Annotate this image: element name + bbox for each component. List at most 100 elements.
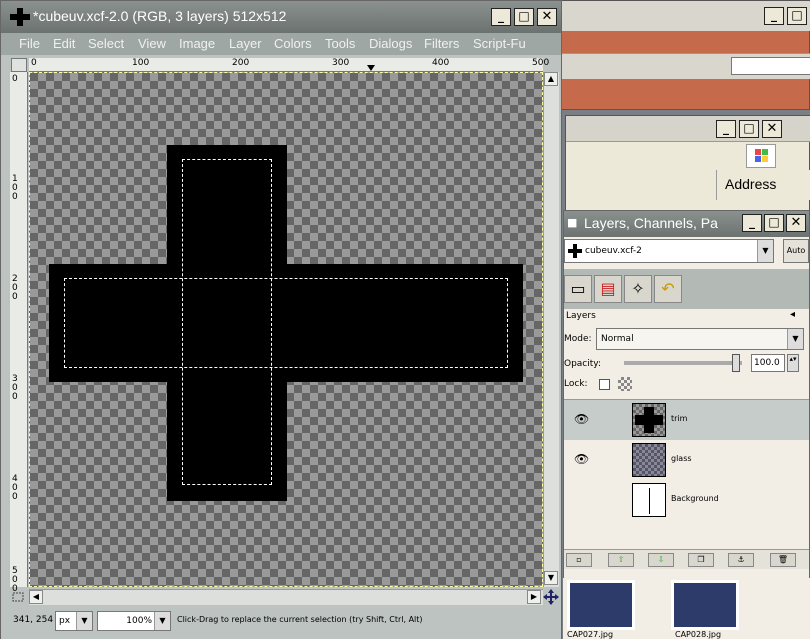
menu-file[interactable]: File bbox=[19, 36, 40, 51]
tab-undo[interactable]: ↶ bbox=[654, 275, 682, 303]
minimize-button[interactable]: _ bbox=[764, 7, 784, 25]
pointer-coordinates: 341, 254 bbox=[13, 615, 54, 625]
mode-value: Normal bbox=[601, 334, 634, 344]
scroll-up-icon[interactable]: ▲ bbox=[544, 72, 558, 86]
vruler-label: 300 bbox=[12, 374, 18, 402]
tab-channels[interactable]: ▤ bbox=[594, 275, 622, 303]
vruler-label: 400 bbox=[12, 474, 18, 502]
anchor-layer-button[interactable]: ⚓ bbox=[728, 553, 754, 567]
layer-row[interactable]: 👁 trim bbox=[564, 400, 809, 440]
gimp-crosshair-icon bbox=[9, 7, 31, 27]
chevron-down-icon[interactable]: ▼ bbox=[757, 240, 773, 262]
image-canvas[interactable] bbox=[29, 72, 543, 587]
lower-layer-button[interactable]: ⇩ bbox=[648, 553, 674, 567]
maximize-button[interactable]: □ bbox=[764, 214, 784, 232]
mode-select[interactable]: Normal ▼ bbox=[596, 328, 804, 350]
maximize-button[interactable]: □ bbox=[514, 8, 534, 26]
menu-image[interactable]: Image bbox=[179, 36, 215, 51]
scroll-right-icon[interactable]: ▶ bbox=[527, 590, 541, 604]
minimize-button[interactable]: _ bbox=[491, 8, 511, 26]
browser-window: _ □ ✕ Address bbox=[565, 115, 810, 215]
background-field[interactable] bbox=[731, 57, 810, 75]
menu-tools[interactable]: Tools bbox=[325, 36, 355, 51]
menu-bar: File Edit Select View Image Layer Colors… bbox=[1, 33, 561, 55]
menu-filters[interactable]: Filters bbox=[424, 36, 459, 51]
scroll-left-icon[interactable]: ◀ bbox=[29, 590, 43, 604]
vruler-label: 100 bbox=[12, 174, 18, 202]
chevron-down-icon[interactable]: ▼ bbox=[76, 612, 92, 630]
slider-handle[interactable] bbox=[732, 354, 740, 372]
selection-outline-horizontal bbox=[64, 278, 508, 368]
layer-thumbnail bbox=[632, 443, 666, 477]
lock-alpha-checkbox[interactable] bbox=[599, 379, 610, 390]
dialog-tabs: ▭ ▤ ✧ ↶ bbox=[564, 269, 809, 309]
delete-layer-button[interactable]: 🗑 bbox=[770, 553, 796, 567]
navigate-icon[interactable] bbox=[543, 589, 559, 605]
zoom-toggle-icon[interactable] bbox=[11, 591, 27, 605]
maximize-button[interactable]: □ bbox=[739, 120, 759, 138]
horizontal-ruler[interactable]: 0 100 200 300 400 500 bbox=[29, 58, 549, 72]
checker-icon bbox=[618, 377, 632, 391]
tab-layers[interactable]: ▭ bbox=[564, 275, 592, 303]
minimize-button[interactable]: _ bbox=[716, 120, 736, 138]
layer-row[interactable]: Background bbox=[564, 480, 809, 520]
hruler-label: 100 bbox=[132, 58, 150, 68]
scroll-down-icon[interactable]: ▼ bbox=[544, 571, 558, 585]
eye-icon[interactable]: 👁 bbox=[574, 412, 589, 426]
chevron-down-icon[interactable]: ▼ bbox=[787, 329, 803, 349]
unit-select[interactable]: px ▼ bbox=[55, 611, 93, 631]
layer-list: 👁 trim 👁 glass Background bbox=[564, 399, 809, 549]
opacity-value: 100.0 bbox=[754, 358, 780, 368]
hruler-label: 400 bbox=[432, 58, 450, 68]
vertical-ruler[interactable]: 0 100 200 300 400 500 bbox=[10, 72, 28, 594]
tab-paths[interactable]: ✧ bbox=[624, 275, 652, 303]
maximize-button[interactable]: □ bbox=[787, 7, 807, 25]
file-thumbnail[interactable] bbox=[671, 580, 739, 630]
chevron-down-icon[interactable]: ▼ bbox=[154, 612, 170, 630]
auto-button[interactable]: Auto bbox=[783, 239, 809, 263]
menu-script-fu[interactable]: Script-Fu bbox=[473, 36, 526, 51]
hruler-label: 300 bbox=[332, 58, 350, 68]
menu-colors[interactable]: Colors bbox=[274, 36, 312, 51]
eye-icon[interactable]: 👁 bbox=[574, 452, 589, 466]
file-thumbnail[interactable] bbox=[567, 580, 635, 630]
vertical-scrollbar[interactable]: ▲ ▼ bbox=[543, 72, 559, 587]
layer-thumbnail bbox=[632, 483, 666, 517]
menu-dialogs[interactable]: Dialogs bbox=[369, 36, 412, 51]
opacity-label: Opacity: bbox=[564, 359, 601, 369]
opacity-slider[interactable] bbox=[624, 354, 742, 372]
mode-label: Mode: bbox=[564, 334, 592, 344]
minimize-button[interactable]: _ bbox=[742, 214, 762, 232]
lock-label: Lock: bbox=[564, 379, 588, 389]
vruler-label: 500 bbox=[12, 566, 18, 594]
close-button[interactable]: ✕ bbox=[537, 8, 557, 26]
menu-layer[interactable]: Layer bbox=[229, 36, 262, 51]
layer-row[interactable]: 👁 glass bbox=[564, 440, 809, 480]
vruler-label: 0 bbox=[12, 74, 18, 84]
duplicate-layer-button[interactable]: ❐ bbox=[688, 553, 714, 567]
zoom-value: 100% bbox=[126, 616, 152, 626]
status-bar: 341, 254 px ▼ 100% ▼ Click-Drag to repla… bbox=[1, 607, 561, 639]
tab-menu-icon[interactable]: ◂ bbox=[790, 309, 795, 320]
close-button[interactable]: ✕ bbox=[786, 214, 806, 232]
layer-button-bar: ▫ ⇧ ⇩ ❐ ⚓ 🗑 bbox=[564, 549, 809, 569]
layer-name: Background bbox=[671, 494, 719, 503]
layer-name: trim bbox=[671, 414, 688, 423]
opacity-input[interactable]: 100.0 bbox=[751, 354, 785, 372]
menu-view[interactable]: View bbox=[138, 36, 166, 51]
spin-button[interactable]: ▴▾ bbox=[787, 354, 799, 372]
image-thumb-icon bbox=[568, 244, 582, 261]
close-button[interactable]: ✕ bbox=[762, 120, 782, 138]
vruler-label: 200 bbox=[12, 274, 18, 302]
menu-select[interactable]: Select bbox=[88, 36, 124, 51]
image-selector[interactable]: cubeuv.xcf-2 ▼ bbox=[564, 239, 774, 263]
quick-mask-menu-button[interactable] bbox=[11, 58, 27, 72]
hruler-label: 500 bbox=[532, 58, 550, 68]
image-window-titlebar: *cubeuv.xcf-2.0 (RGB, 3 layers) 512x512 … bbox=[1, 1, 561, 33]
new-layer-button[interactable]: ▫ bbox=[566, 553, 592, 567]
unit-value: px bbox=[59, 616, 71, 626]
horizontal-scrollbar[interactable]: ◀ ▶ bbox=[29, 589, 543, 605]
raise-layer-button[interactable]: ⇧ bbox=[608, 553, 634, 567]
menu-edit[interactable]: Edit bbox=[53, 36, 75, 51]
zoom-select[interactable]: 100% ▼ bbox=[97, 611, 171, 631]
